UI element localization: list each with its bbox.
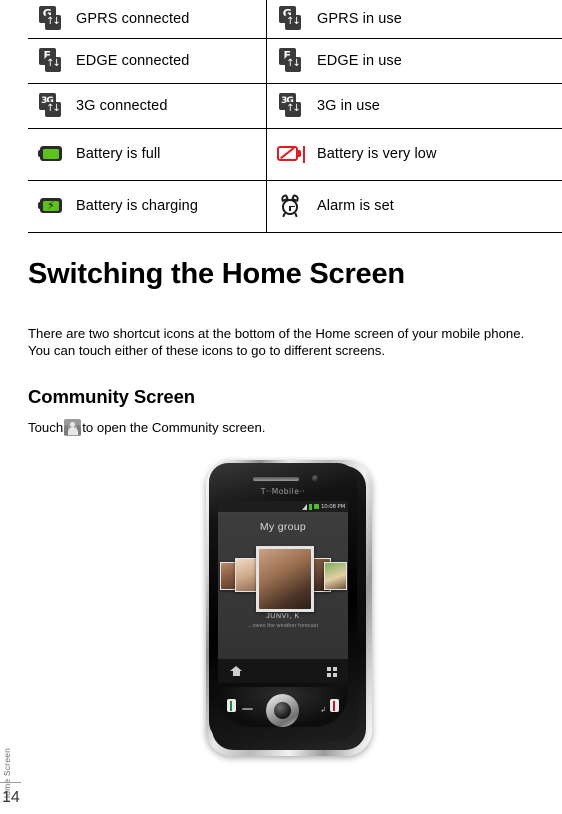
edge-in-use-label: EDGE in use (315, 38, 562, 84)
3g-in-use-label: 3G in use (315, 83, 562, 129)
alarm-set-label: Alarm is set (315, 180, 562, 233)
battery-very-low-label: Battery is very low (315, 128, 562, 181)
3g-connected-icon-cell: 3G ↑↓ (28, 83, 74, 129)
battery-very-low-icon (276, 145, 306, 163)
updown-arrows-icon: ↑↓ (44, 15, 61, 31)
signal-strength-icon (301, 503, 307, 510)
page-number: 14 (2, 789, 20, 806)
phone-front-face: T··Mobile·· 10:08 PM My group JUNVI, K .… (209, 463, 357, 741)
community-people-icon (64, 419, 82, 436)
section-heading-community-screen: Community Screen (28, 386, 195, 407)
contact-status-text: ...owes the weather forecast (247, 623, 319, 629)
contact-name: JUNVI, K (266, 613, 300, 620)
updown-arrows-icon: ↑↓ (284, 15, 301, 31)
menu-key (242, 708, 253, 710)
screen-dock-bar (218, 659, 348, 683)
touch-instruction: Touch to open the Community screen. (28, 418, 265, 437)
battery-full-label: Battery is full (74, 128, 267, 181)
battery-full-icon-cell (28, 128, 74, 181)
tmobile-brand-logo: T··Mobile·· (260, 487, 306, 496)
edge-in-use-icon-cell: E ↑↓ (266, 38, 315, 84)
touch-suffix-text: to open the Community screen. (82, 420, 266, 435)
updown-arrows-icon: ↑↓ (44, 57, 61, 72)
apps-grid-icon (327, 667, 337, 677)
intro-paragraph: There are two shortcut icons at the bott… (28, 326, 525, 358)
3g-in-use-icon-cell: 3G ↑↓ (266, 83, 315, 129)
gprs-connected-label: GPRS connected (74, 0, 267, 39)
edge-connected-label: EDGE connected (74, 38, 267, 84)
table-row: ⚡ Battery is charging Alarm is set (28, 180, 562, 233)
3g-in-use-icon: 3G ↑↓ (278, 93, 304, 118)
alarm-set-icon-cell (266, 180, 315, 233)
lightning-bolt-icon: ⚡ (47, 199, 55, 213)
table-row: E ↑↓ EDGE connected E ↑↓ EDGE in use (28, 38, 562, 84)
footer-divider (0, 782, 21, 783)
phone-hardware-keys: ↲ (218, 687, 348, 727)
phone-screen: 10:08 PM My group JUNVI, K ...owes the w… (218, 501, 348, 683)
status-bar-clock: 10:08 PM (320, 503, 345, 510)
home-icon-base (233, 671, 240, 676)
battery-charging-label: Battery is charging (74, 180, 267, 233)
battery-charging-icon-cell: ⚡ (28, 180, 74, 233)
gprs-connected-icon-cell: G ↑↓ (28, 0, 74, 39)
page-title: Switching the Home Screen (28, 258, 405, 290)
updown-arrows-icon: ↑↓ (284, 57, 301, 72)
edge-connected-icon: E ↑↓ (38, 48, 64, 73)
phone-illustration: T··Mobile·· 10:08 PM My group JUNVI, K .… (206, 460, 372, 756)
table-row: 3G ↑↓ 3G connected 3G ↑↓ 3G in use (28, 83, 562, 129)
trackball (266, 694, 299, 727)
front-camera-icon (312, 475, 319, 482)
status-icon-table: G ↑↓ GPRS connected G ↑↓ GPRS in use E ↑… (28, 0, 562, 233)
battery-full-icon (38, 146, 64, 162)
back-key-icon: ↲ (320, 706, 326, 714)
gprs-connected-icon: G ↑↓ (38, 6, 64, 31)
contact-photo (324, 562, 347, 590)
3g-connected-label: 3G connected (74, 83, 267, 129)
contact-photo-selected (256, 546, 314, 612)
table-row: Battery is full Battery is very low (28, 128, 562, 181)
alarm-set-icon (280, 193, 302, 218)
edge-connected-icon-cell: E ↑↓ (28, 38, 74, 84)
battery-very-low-icon-cell (266, 128, 315, 181)
gprs-in-use-label: GPRS in use (315, 0, 562, 39)
edge-in-use-icon: E ↑↓ (278, 48, 304, 73)
connection-status-icon (313, 504, 319, 509)
phone-status-bar: 10:08 PM (218, 501, 348, 512)
call-end-key (330, 699, 339, 712)
updown-arrows-icon: ↑↓ (44, 102, 61, 117)
screen-title: My group (259, 521, 307, 533)
3g-connected-icon: 3G ↑↓ (38, 93, 64, 118)
gprs-in-use-icon-cell: G ↑↓ (266, 0, 315, 39)
call-send-key (227, 699, 236, 712)
touch-prefix-text: Touch (28, 420, 64, 435)
table-row: G ↑↓ GPRS connected G ↑↓ GPRS in use (28, 0, 562, 39)
contact-photo-carousel (218, 545, 348, 612)
earpiece-speaker (253, 477, 299, 481)
gprs-in-use-icon: G ↑↓ (278, 6, 304, 31)
updown-arrows-icon: ↑↓ (284, 102, 301, 117)
battery-status-icon (308, 503, 312, 510)
battery-charging-icon: ⚡ (38, 198, 64, 214)
